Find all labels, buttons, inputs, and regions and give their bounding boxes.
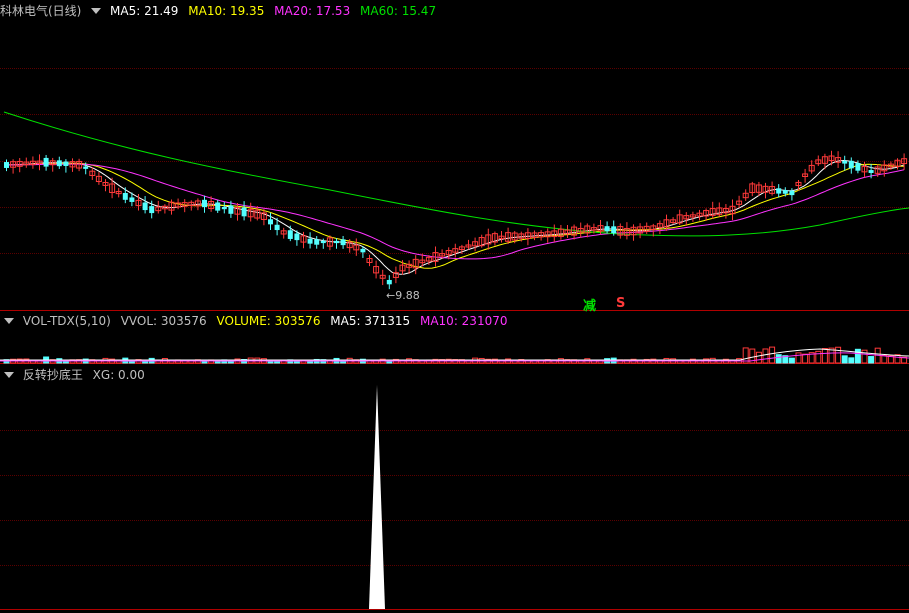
- volume-bar: [762, 348, 769, 364]
- candle-body: [320, 240, 326, 244]
- candle-body: [314, 239, 320, 245]
- candle-body: [386, 279, 392, 285]
- candle-body: [287, 230, 293, 239]
- candle-body: [604, 226, 610, 232]
- candle-body: [782, 190, 788, 194]
- candle-body: [56, 160, 62, 167]
- volume-bar: [848, 357, 855, 364]
- volume-bar: [802, 353, 809, 364]
- reduce-signal: 减: [583, 299, 597, 314]
- volume-bar: [815, 350, 822, 364]
- low-price-label: ←9.88: [386, 289, 420, 302]
- candle-body: [43, 157, 49, 167]
- volume-bar: [775, 354, 782, 364]
- candle-body: [789, 190, 795, 196]
- candle-body: [221, 206, 227, 210]
- volume-bar: [821, 348, 828, 364]
- candle-body: [274, 224, 280, 231]
- candle-body: [142, 202, 148, 211]
- candle-body: [776, 188, 782, 194]
- ma20-line: [4, 163, 905, 260]
- candle-body: [215, 202, 221, 211]
- candle-body: [848, 160, 854, 169]
- candle-body: [129, 197, 135, 202]
- candle-body: [241, 207, 247, 217]
- candle-body: [149, 206, 155, 214]
- candle-body: [360, 248, 366, 253]
- candle-body: [334, 240, 339, 244]
- candle-body: [228, 205, 234, 214]
- volume-bar: [854, 348, 861, 364]
- candle-body: [268, 219, 273, 225]
- low-arrow-icon: ←: [386, 289, 396, 302]
- volume-bar: [835, 346, 842, 364]
- candle-body: [294, 233, 300, 241]
- candle-body: [4, 162, 9, 168]
- xg-signal-spike: [369, 385, 385, 609]
- volume-bar: [795, 352, 802, 364]
- ma5-line: [3, 159, 905, 275]
- volume-bar: [788, 357, 795, 364]
- candle-body: [868, 170, 874, 173]
- volume-bar: [861, 349, 868, 364]
- candle-body: [611, 226, 617, 234]
- candle-body: [307, 238, 313, 244]
- candle-body: [340, 239, 346, 246]
- volume-bar: [841, 355, 848, 364]
- sell-signal: S: [616, 296, 626, 311]
- candle-body: [122, 192, 128, 200]
- candle-body: [855, 163, 861, 171]
- volume-bar: [755, 351, 762, 364]
- candle-body: [202, 199, 207, 208]
- candle-body: [63, 161, 69, 166]
- volume-bar: [769, 346, 776, 364]
- candle-body: [842, 160, 848, 164]
- candle-body: [83, 166, 89, 169]
- volume-bar: [868, 356, 875, 364]
- ma60-line: [3, 111, 909, 237]
- chart-canvas[interactable]: [0, 0, 909, 613]
